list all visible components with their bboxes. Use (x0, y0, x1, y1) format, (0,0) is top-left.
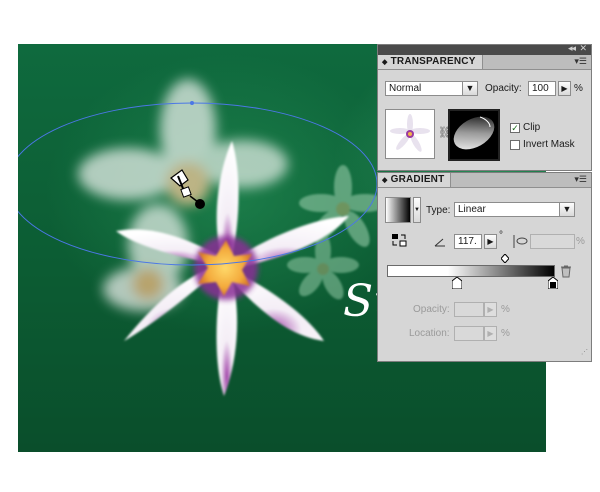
transparency-title: TRANSPARENCY (390, 56, 476, 67)
opacity-unit: % (574, 83, 583, 94)
opacity-stepper[interactable]: ▶ (558, 81, 571, 96)
chevron-down-icon[interactable]: ▼ (559, 203, 574, 216)
angle-input[interactable]: 117. (454, 234, 482, 249)
clip-checkbox[interactable]: ✓ (510, 123, 520, 133)
tab-transparency[interactable]: ◆ TRANSPARENCY (378, 55, 483, 69)
gradient-stop-white[interactable] (452, 277, 462, 289)
location-label: Location: (409, 328, 450, 339)
invert-mask-label: Invert Mask (523, 139, 575, 150)
gradient-stop-black[interactable] (548, 277, 558, 289)
panel-menu-icon[interactable]: ▾☰ (574, 56, 587, 67)
close-icon[interactable]: ✕ (579, 43, 587, 54)
tab-gradient[interactable]: ◆ GRADIENT (378, 173, 452, 187)
location-stepper[interactable]: ▶ (484, 326, 497, 341)
aspect-ratio-icon (513, 235, 528, 248)
object-thumbnail[interactable] (385, 109, 435, 159)
gradient-slider[interactable] (387, 265, 555, 277)
chevron-down-icon[interactable]: ▼ (413, 197, 421, 223)
transparency-panel: ◂◂ ✕ ◆ TRANSPARENCY ▾☰ Normal ▼ Opacity: … (377, 43, 592, 171)
gradient-swatch[interactable] (385, 197, 411, 223)
blend-mode-select[interactable]: Normal ▼ (385, 81, 478, 96)
gradient-title: GRADIENT (390, 174, 445, 185)
stop-opacity-input[interactable] (454, 302, 484, 317)
location-unit: % (501, 328, 510, 339)
transparency-tab-row: ◆ TRANSPARENCY ▾☰ (378, 55, 591, 70)
panel-menu-icon[interactable]: ▾☰ (574, 174, 587, 185)
clip-label: Clip (523, 122, 541, 133)
aspect-unit: % (576, 236, 585, 247)
angle-stepper[interactable]: ▶ (484, 234, 497, 249)
blend-mode-value: Normal (389, 83, 422, 94)
opacity-label: Opacity: (485, 83, 522, 94)
chevron-down-icon[interactable]: ▼ (462, 82, 477, 95)
stop-opacity-label: Opacity: (413, 304, 450, 315)
gradient-tab-row: ◆ GRADIENT ▾☰ (378, 173, 591, 188)
gradient-type-select[interactable]: Linear ▼ (454, 202, 575, 217)
type-label: Type: (426, 205, 451, 216)
midpoint-diamond[interactable] (501, 254, 509, 263)
gradient-type-value: Linear (458, 204, 486, 215)
panel-titlebar[interactable]: ◂◂ ✕ (378, 43, 591, 55)
trash-icon[interactable] (560, 265, 572, 278)
gradient-tool-cursor-icon (170, 169, 205, 209)
opacity-input[interactable]: 100 (528, 81, 556, 96)
aspect-ratio-input[interactable] (530, 234, 575, 249)
reverse-gradient-icon[interactable] (391, 233, 407, 247)
stop-opacity-stepper[interactable]: ▶ (484, 302, 497, 317)
angle-value: 117. (458, 236, 477, 247)
resize-grip[interactable]: ⋰ (581, 346, 588, 359)
angle-icon (434, 238, 445, 247)
mask-thumbnail[interactable] (448, 109, 500, 161)
invert-mask-checkbox[interactable] (510, 140, 520, 150)
location-input[interactable] (454, 326, 484, 341)
stop-opacity-unit: % (501, 304, 510, 315)
opacity-value: 100 (532, 83, 549, 94)
double-arrow-icon[interactable]: ◂◂ (568, 43, 576, 54)
gradient-panel: ◆ GRADIENT ▾☰ ▼ Type: Linear ▼ 117. ▶ ° % (377, 172, 592, 362)
angle-unit: ° (499, 230, 503, 241)
